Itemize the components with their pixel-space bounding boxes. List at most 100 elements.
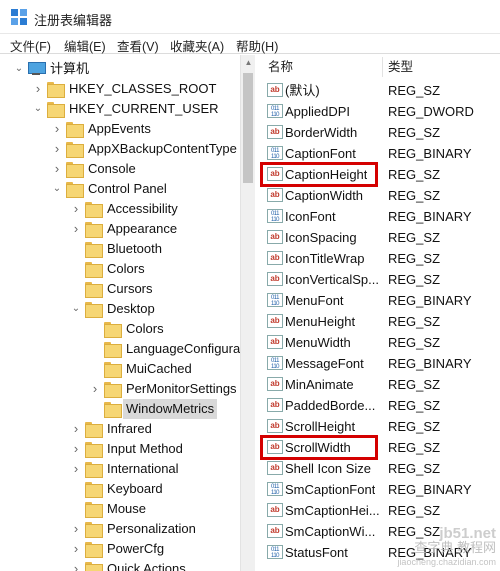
tree-node-label: Bluetooth <box>107 241 162 256</box>
list-item[interactable]: ab ScrollHeight REG_SZ <box>258 416 500 437</box>
list-item[interactable]: ab IconVerticalSp... REG_SZ <box>258 269 500 290</box>
tree-node[interactable]: › PowerCfg <box>0 539 240 559</box>
list-item[interactable]: 011 110 CaptionFont REG_BINARY <box>258 143 500 164</box>
tree-node[interactable]: › Appearance <box>0 219 240 239</box>
value-type: REG_SZ <box>388 83 441 98</box>
folder-icon <box>66 122 84 138</box>
tree-node[interactable]: WindowMetrics <box>0 399 240 419</box>
tree-node[interactable]: › International <box>0 459 240 479</box>
folder-icon <box>47 102 65 118</box>
key-tree[interactable]: ⌄ 计算机 › HKEY_CLASSES_ROOT ⌄ HKEY_CURRENT_USER… <box>0 55 255 571</box>
tree-node[interactable]: › HKEY_CLASSES_ROOT <box>0 79 240 99</box>
tree-node[interactable]: ⌄ HKEY_CURRENT_USER <box>0 99 240 119</box>
tree-node[interactable]: ⌄ Desktop <box>0 299 240 319</box>
column-header-type[interactable]: 类型 <box>388 55 413 79</box>
menu-help[interactable]: 帮助(H) <box>236 36 278 55</box>
list-item[interactable]: ab (默认) REG_SZ <box>258 80 500 101</box>
menu-file[interactable]: 文件(F) <box>10 36 51 55</box>
chevron-right-icon[interactable]: › <box>33 79 43 99</box>
tree-node-label: AppEvents <box>88 121 151 136</box>
list-item[interactable]: ab SmCaptionHei... REG_SZ <box>258 500 500 521</box>
list-item[interactable]: 011 110 MessageFont REG_BINARY <box>258 353 500 374</box>
chevron-down-icon[interactable]: ⌄ <box>14 59 24 79</box>
tree-node[interactable]: Cursors <box>0 279 240 299</box>
title-bar: 注册表编辑器 <box>0 0 500 34</box>
tree-node[interactable]: › AppXBackupContentType <box>0 139 240 159</box>
chevron-down-icon[interactable]: ⌄ <box>71 299 81 319</box>
value-name: IconSpacing <box>285 230 357 245</box>
column-divider[interactable] <box>382 57 383 77</box>
value-name: IconFont <box>285 209 336 224</box>
chevron-right-icon[interactable]: › <box>52 159 62 179</box>
tree-node[interactable]: › Input Method <box>0 439 240 459</box>
menu-edit[interactable]: 编辑(E) <box>64 36 106 55</box>
tree-node[interactable]: › Infrared <box>0 419 240 439</box>
tree-node[interactable]: Keyboard <box>0 479 240 499</box>
string-value-icon: ab <box>267 419 283 433</box>
chevron-down-icon[interactable]: ⌄ <box>52 179 62 199</box>
list-item[interactable]: ab IconSpacing REG_SZ <box>258 227 500 248</box>
tree-node[interactable]: Mouse <box>0 499 240 519</box>
chevron-right-icon[interactable]: › <box>52 119 62 139</box>
chevron-right-icon[interactable]: › <box>71 459 81 479</box>
list-item[interactable]: ab MinAnimate REG_SZ <box>258 374 500 395</box>
tree-node[interactable]: ⌄ Control Panel <box>0 179 240 199</box>
tree-node[interactable]: Colors <box>0 319 240 339</box>
chevron-right-icon[interactable]: › <box>71 419 81 439</box>
folder-icon <box>85 202 103 218</box>
folder-icon <box>85 442 103 458</box>
tree-node[interactable]: Colors <box>0 259 240 279</box>
tree-node[interactable]: › Personalization <box>0 519 240 539</box>
tree-node[interactable]: › Accessibility <box>0 199 240 219</box>
string-value-icon: ab <box>267 314 283 328</box>
list-item[interactable]: 011 110 MenuFont REG_BINARY <box>258 290 500 311</box>
list-item[interactable]: ab MenuHeight REG_SZ <box>258 311 500 332</box>
chevron-right-icon[interactable]: › <box>52 139 62 159</box>
chevron-right-icon[interactable]: › <box>71 439 81 459</box>
list-item[interactable]: ab IconTitleWrap REG_SZ <box>258 248 500 269</box>
chevron-right-icon[interactable]: › <box>71 559 81 571</box>
list-item[interactable]: ab MenuWidth REG_SZ <box>258 332 500 353</box>
tree-node[interactable]: ⌄ 计算机 <box>0 59 240 79</box>
menu-favorites[interactable]: 收藏夹(A) <box>170 36 224 55</box>
scrollbar-thumb[interactable] <box>243 73 253 183</box>
tree-node[interactable]: › AppEvents <box>0 119 240 139</box>
list-item[interactable]: ab Shell Icon Size REG_SZ <box>258 458 500 479</box>
menu-view[interactable]: 查看(V) <box>117 36 159 55</box>
list-item[interactable]: 011 110 AppliedDPI REG_DWORD <box>258 101 500 122</box>
tree-node[interactable]: › PerMonitorSettings <box>0 379 240 399</box>
column-header-name[interactable]: 名称 <box>268 55 293 79</box>
chevron-down-icon[interactable]: ⌄ <box>33 99 43 119</box>
folder-icon <box>85 542 103 558</box>
tree-node[interactable]: Bluetooth <box>0 239 240 259</box>
tree-node[interactable]: LanguageConfigura <box>0 339 240 359</box>
tree-node[interactable]: MuiCached <box>0 359 240 379</box>
value-name: IconTitleWrap <box>285 251 365 266</box>
tree-node-label: Cursors <box>107 281 153 296</box>
tree-node[interactable]: › Console <box>0 159 240 179</box>
value-name: SmCaptionHei... <box>285 503 380 518</box>
folder-icon <box>85 462 103 478</box>
chevron-right-icon[interactable]: › <box>71 199 81 219</box>
string-value-icon: ab <box>267 398 283 412</box>
list-item[interactable]: 011 110 IconFont REG_BINARY <box>258 206 500 227</box>
list-item[interactable]: 011 110 SmCaptionFont REG_BINARY <box>258 479 500 500</box>
chevron-right-icon[interactable]: › <box>71 539 81 559</box>
tree-node[interactable]: › Quick Actions <box>0 559 240 571</box>
chevron-right-icon[interactable]: › <box>71 519 81 539</box>
string-value-icon: ab <box>267 272 283 286</box>
value-name: ScrollHeight <box>285 419 356 434</box>
value-type: REG_SZ <box>388 461 441 476</box>
window-title: 注册表编辑器 <box>34 13 113 28</box>
chevron-right-icon[interactable]: › <box>71 219 81 239</box>
scroll-up-icon[interactable]: ▲ <box>241 55 256 70</box>
tree-scrollbar[interactable]: ▲ <box>240 55 255 571</box>
folder-icon <box>85 562 103 571</box>
folder-icon <box>85 422 103 438</box>
list-item[interactable]: ab CaptionWidth REG_SZ <box>258 185 500 206</box>
chevron-right-icon[interactable]: › <box>90 379 100 399</box>
value-name: CaptionFont <box>285 146 356 161</box>
list-item[interactable]: ab PaddedBorde... REG_SZ <box>258 395 500 416</box>
value-name: (默认) <box>285 83 320 98</box>
list-item[interactable]: ab BorderWidth REG_SZ <box>258 122 500 143</box>
